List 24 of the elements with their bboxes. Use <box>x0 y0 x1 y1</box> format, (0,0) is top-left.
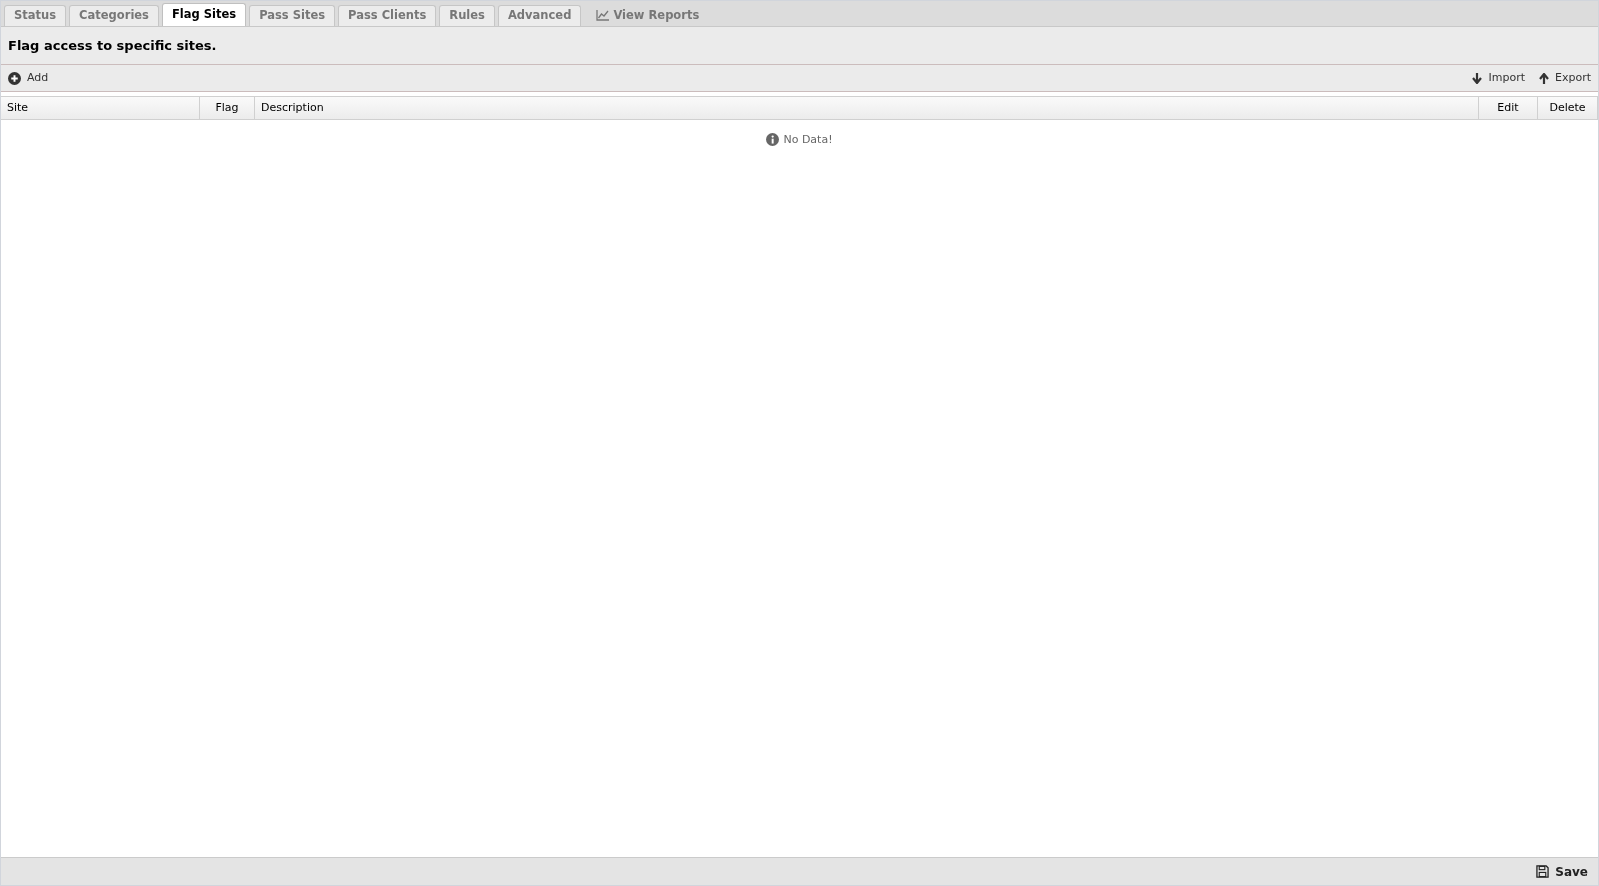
arrow-down-icon <box>1472 72 1483 84</box>
tab[interactable]: Flag Sites <box>161 3 247 26</box>
export-button[interactable]: Export <box>1539 69 1591 87</box>
tab[interactable]: Pass Sites <box>249 5 336 26</box>
tab[interactable]: Pass Clients <box>338 5 437 26</box>
import-button[interactable]: Import <box>1472 69 1525 87</box>
column-header: Edit <box>1479 97 1538 119</box>
save-button[interactable]: Save <box>1536 862 1588 881</box>
line-chart-icon <box>596 10 610 21</box>
view-reports-link[interactable]: View Reports <box>584 5 712 26</box>
panel-title: Flag access to specific sites. <box>8 36 217 55</box>
info-icon <box>766 133 780 146</box>
column-header: Site <box>1 97 200 119</box>
tab[interactable]: Rules <box>439 5 495 26</box>
column-header: Description <box>255 97 1479 119</box>
column-header: Delete <box>1538 97 1598 119</box>
tab[interactable]: Advanced <box>497 5 582 26</box>
column-header: Flag <box>200 97 255 119</box>
tab[interactable]: Status <box>4 5 67 26</box>
plus-circle-icon <box>8 71 21 85</box>
arrow-up-icon <box>1539 72 1549 84</box>
empty-message: No Data! <box>783 132 833 148</box>
add-button[interactable]: Add <box>8 69 49 87</box>
tab[interactable]: Categories <box>69 5 159 26</box>
